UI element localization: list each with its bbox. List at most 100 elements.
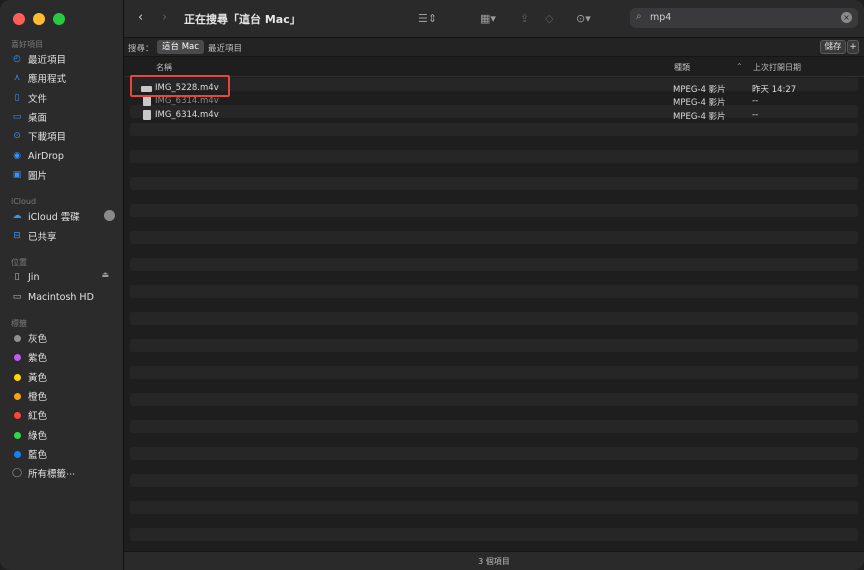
forward-button[interactable]: › xyxy=(162,10,167,25)
tag-dot-icon xyxy=(11,429,23,441)
scope-label: 搜尋： xyxy=(128,44,154,54)
tag-dot-icon xyxy=(11,332,23,344)
sidebar-item-shared[interactable]: ⊟ 已共享 xyxy=(11,227,115,245)
sidebar-item-label: 紫色 xyxy=(28,353,48,364)
disk-icon: ▭ xyxy=(12,292,22,302)
tag-outline-icon: ◯ xyxy=(11,468,23,478)
locations-header: 位置 xyxy=(11,258,27,267)
file-date: -- xyxy=(752,96,759,106)
search-icon: ⌕ xyxy=(636,11,642,22)
sidebar-item-label: 最近項目 xyxy=(28,55,67,66)
more-actions-icon[interactable]: ⊙▾ xyxy=(576,12,591,25)
sidebar-item-label: 黃色 xyxy=(28,373,48,384)
sidebar-item-label: 文件 xyxy=(28,94,48,105)
sidebar-item-label: 應用程式 xyxy=(28,74,67,85)
icloud-header: iCloud xyxy=(11,197,37,206)
file-name: IMG_6314.m4v xyxy=(155,110,219,120)
stripe xyxy=(130,123,858,136)
close-button[interactable] xyxy=(13,13,25,25)
sidebar-item-label: 桌面 xyxy=(28,113,48,124)
column-date[interactable]: 上次打開日期 xyxy=(753,62,801,73)
sidebar-item-label: 圖片 xyxy=(28,171,48,182)
sidebar-item-label: Jin xyxy=(28,271,40,283)
file-kind: MPEG-4 影片 xyxy=(673,112,726,122)
sidebar-item-label: 灰色 xyxy=(28,334,48,345)
file-kind: MPEG-4 影片 xyxy=(673,98,726,108)
stripe xyxy=(130,150,858,163)
back-button[interactable]: ‹ xyxy=(138,10,143,25)
download-icon: ⊙ xyxy=(13,131,21,141)
sidebar-item-label: iCloud 雲碟 xyxy=(28,212,80,223)
sidebar-item-tag-orange[interactable]: 橙色 xyxy=(11,387,115,405)
column-kind[interactable]: 種類 xyxy=(674,62,690,73)
sidebar-item-airdrop[interactable]: ◉ AirDrop xyxy=(11,147,115,165)
tag-dot-icon xyxy=(11,371,23,383)
table-row[interactable]: IMG_6314.m4v MPEG-4 影片 -- xyxy=(130,108,858,122)
stripe xyxy=(130,420,858,433)
sidebar-item-label: 橙色 xyxy=(28,392,48,403)
tag-dot-icon xyxy=(11,409,23,421)
sidebar-item-recents[interactable]: ◴ 最近項目 xyxy=(11,50,115,68)
sidebar: 喜好項目 ◴ 最近項目 ⋏ 應用程式 ▯ 文件 ▭ 桌面 ⊙ 下載項目 ◉ Ai… xyxy=(0,0,124,570)
clear-search-icon[interactable]: × xyxy=(841,12,852,23)
video-file-icon xyxy=(143,110,151,120)
add-criteria-button[interactable]: + xyxy=(847,40,859,54)
window-title: 正在搜尋「這台 Mac」 xyxy=(184,13,301,26)
group-view-icon[interactable]: ▦▾ xyxy=(480,12,496,25)
sidebar-item-icloud-drive[interactable]: ☁ iCloud 雲碟 xyxy=(11,207,115,225)
share-icon[interactable]: ⇪ xyxy=(520,12,529,25)
stripe xyxy=(130,258,858,271)
window-controls xyxy=(13,13,65,25)
minimize-button[interactable] xyxy=(33,13,45,25)
desktop-icon: ▭ xyxy=(12,112,22,122)
save-search-button[interactable]: 儲存 xyxy=(820,40,846,54)
toolbar: ‹ › 正在搜尋「這台 Mac」 ☰⇕ ▦▾ ⇪ ◇ ⊙▾ ⌕ mp4 × xyxy=(124,0,864,38)
tags-header: 標籤 xyxy=(11,319,27,328)
sidebar-item-tag-green[interactable]: 綠色 xyxy=(11,426,115,444)
tag-icon[interactable]: ◇ xyxy=(545,12,553,25)
sidebar-item-applications[interactable]: ⋏ 應用程式 xyxy=(11,69,115,87)
table-row[interactable]: IMG_5228.m4v MPEG-4 影片 昨天 14:27 xyxy=(130,81,858,95)
stripe xyxy=(130,231,858,244)
highlight-annotation xyxy=(130,75,230,97)
stripe xyxy=(130,339,858,352)
stripe xyxy=(130,177,858,190)
column-name[interactable]: 名稱 xyxy=(156,62,172,73)
stripe xyxy=(130,501,858,514)
photo-icon: ▣ xyxy=(12,170,22,180)
sidebar-item-tag-red[interactable]: 紅色 xyxy=(11,406,115,424)
scope-this-mac-button[interactable]: 這台 Mac xyxy=(157,40,204,54)
stripe xyxy=(130,204,858,217)
sidebar-item-desktop[interactable]: ▭ 桌面 xyxy=(11,108,115,126)
tag-dot-icon xyxy=(11,390,23,402)
sidebar-item-jin[interactable]: ▯ Jin ⏏ xyxy=(11,268,115,286)
zoom-button[interactable] xyxy=(53,13,65,25)
finder-window: 喜好項目 ◴ 最近項目 ⋏ 應用程式 ▯ 文件 ▭ 桌面 ⊙ 下載項目 ◉ Ai… xyxy=(0,0,864,570)
stripe xyxy=(130,312,858,325)
sidebar-item-macintosh-hd[interactable]: ▭ Macintosh HD xyxy=(11,288,115,306)
search-field[interactable]: ⌕ mp4 × xyxy=(630,8,858,28)
table-row[interactable]: IMG_6314.m4v MPEG-4 影片 -- xyxy=(130,94,858,108)
tag-dot-icon xyxy=(11,448,23,460)
sidebar-item-downloads[interactable]: ⊙ 下載項目 xyxy=(11,127,115,145)
sidebar-item-pictures[interactable]: ▣ 圖片 xyxy=(11,166,115,184)
sidebar-item-tag-yellow[interactable]: 黃色 xyxy=(11,368,115,386)
sidebar-item-documents[interactable]: ▯ 文件 xyxy=(11,89,115,107)
sort-chevron-icon[interactable]: ⌃ xyxy=(736,62,743,71)
eject-icon[interactable]: ⏏ xyxy=(101,270,109,279)
search-scope-bar: 搜尋： 這台 Mac 最近項目 儲存 + xyxy=(124,38,864,57)
sidebar-item-all-tags[interactable]: ◯ 所有標籤⋯ xyxy=(11,464,115,482)
scope-recents-button[interactable]: 最近項目 xyxy=(208,42,242,54)
sidebar-item-tag-purple[interactable]: 紫色 xyxy=(11,348,115,366)
search-input[interactable]: mp4 xyxy=(650,12,671,23)
sidebar-item-label: 藍色 xyxy=(28,450,48,461)
stripe xyxy=(130,447,858,460)
stripe xyxy=(130,393,858,406)
list-view-icon[interactable]: ☰⇕ xyxy=(418,12,437,25)
status-bar: 3 個項目 xyxy=(124,551,864,570)
sidebar-item-tag-blue[interactable]: 藍色 xyxy=(11,445,115,463)
stripe xyxy=(130,474,858,487)
sidebar-item-tag-gray[interactable]: 灰色 xyxy=(11,329,115,347)
column-header: 名稱 種類 ⌃ 上次打開日期 xyxy=(124,57,864,77)
stripe xyxy=(130,528,858,541)
